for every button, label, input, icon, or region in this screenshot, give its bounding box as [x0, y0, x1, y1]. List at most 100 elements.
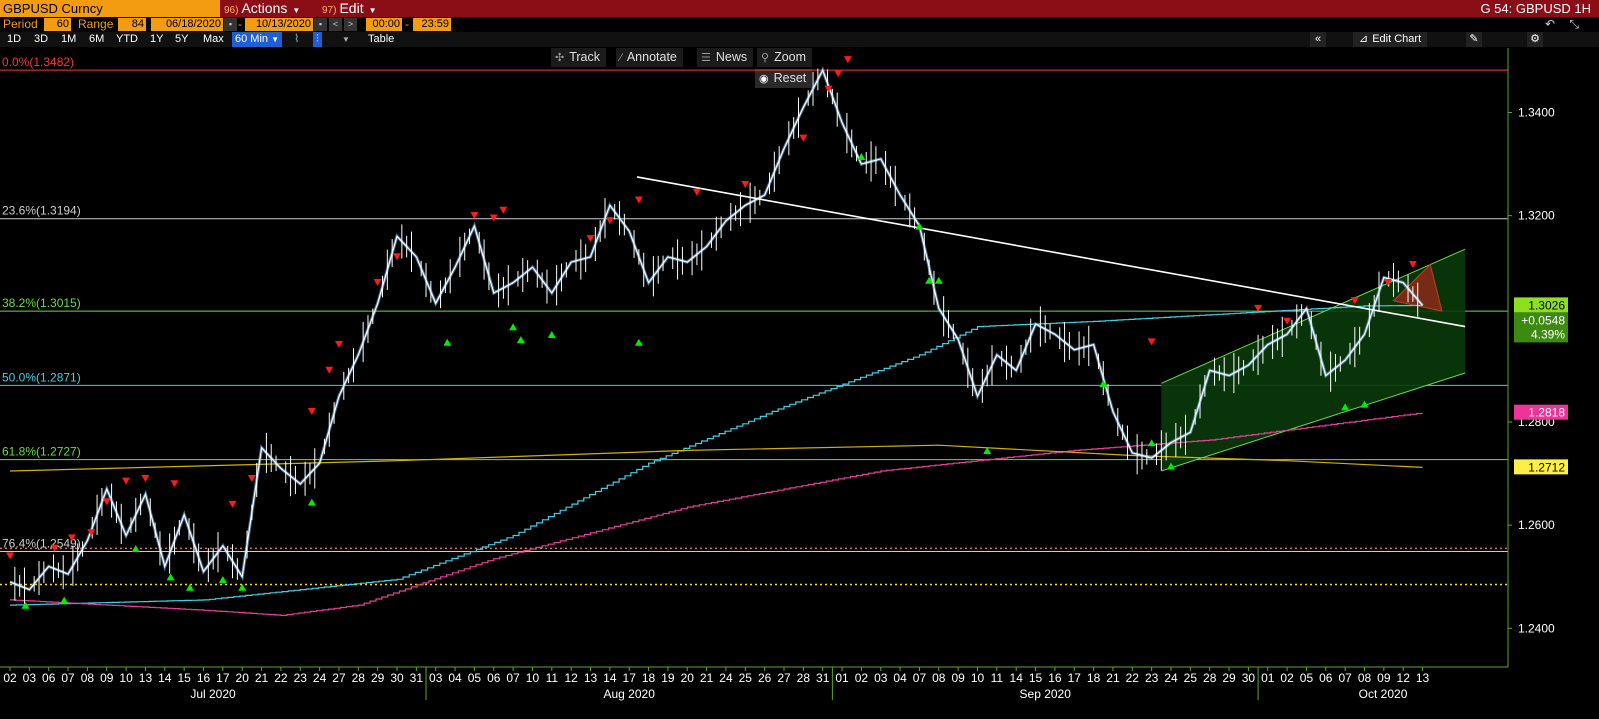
y-tick-label: 1.3400	[1518, 105, 1555, 119]
month-label: Oct 2020	[1359, 687, 1408, 701]
caret-down-icon: ▼	[292, 6, 301, 15]
sell-marker	[489, 214, 498, 222]
edit-chart-icon: ⊿	[1359, 33, 1369, 45]
range-button-1d[interactable]: 1D	[7, 32, 21, 47]
period-label: Period	[3, 17, 38, 31]
x-tick-label: 17	[216, 671, 230, 685]
buy-marker	[1341, 403, 1350, 411]
x-tick-label: 29	[371, 671, 385, 685]
x-tick-label: 23	[294, 671, 308, 685]
collapse-icon[interactable]: «	[1310, 32, 1326, 47]
forward-arrow-icon[interactable]: >	[344, 18, 357, 31]
x-tick-label: 02	[1280, 671, 1294, 685]
buy-marker	[443, 338, 452, 346]
range-button-1m[interactable]: 1M	[61, 32, 76, 47]
edit-menu-number: 97)	[322, 5, 337, 16]
edit-menu-label: Edit	[339, 0, 364, 16]
back-arrow-icon[interactable]: <	[329, 18, 342, 31]
x-tick-label: 06	[487, 671, 501, 685]
x-tick-label: 03	[874, 671, 888, 685]
wedge-fill	[1392, 263, 1443, 312]
range-button-6m[interactable]: 6M	[89, 32, 104, 47]
sell-marker	[6, 552, 14, 560]
change-box	[1514, 312, 1568, 343]
x-tick-label: 17	[1068, 671, 1082, 685]
moving-average-line	[9, 444, 1423, 472]
caret-down-icon[interactable]: ▼	[342, 32, 350, 47]
track-button[interactable]: ✣ Track	[551, 48, 607, 67]
x-tick-label: 09	[100, 671, 114, 685]
period-input[interactable]: 60	[44, 18, 71, 31]
x-tick-label: 20	[681, 671, 695, 685]
table-button[interactable]: Table	[368, 32, 394, 47]
news-label: News	[715, 50, 748, 64]
edit-menu[interactable]: 97) Edit ▼	[322, 0, 377, 17]
caret-down-icon: ▼	[271, 35, 280, 44]
fib-level-label: 23.6%(1.3194)	[2, 204, 81, 218]
caret-down-icon: ▼	[368, 6, 377, 15]
start-time-input[interactable]: 00:00	[366, 18, 402, 31]
x-tick-label: 07	[506, 671, 520, 685]
pencil-icon[interactable]: ✎	[1466, 32, 1482, 47]
end-time-input[interactable]: 23:59	[413, 18, 451, 31]
sell-marker	[67, 534, 76, 542]
reset-icon: ◉	[759, 73, 769, 85]
sell-marker	[1350, 297, 1359, 305]
price-tag-label: 1.2818	[1528, 406, 1565, 420]
x-tick-label: 24	[313, 671, 327, 685]
x-tick-label: 08	[932, 671, 946, 685]
range-button-1y[interactable]: 1Y	[150, 32, 163, 47]
buy-marker	[634, 338, 643, 346]
actions-menu[interactable]: 96) Actions ▼	[224, 0, 300, 17]
interval-select[interactable]: 60 Min ▼	[232, 32, 283, 47]
range-button-ytd[interactable]: YTD	[116, 32, 138, 47]
x-tick-label: 26	[758, 671, 772, 685]
x-tick-label: 05	[468, 671, 482, 685]
sell-marker	[1408, 260, 1417, 268]
x-tick-label: 07	[1338, 671, 1352, 685]
range-label: Range	[78, 17, 114, 31]
buy-marker	[1099, 379, 1108, 387]
sell-marker	[834, 70, 843, 78]
calendar-icon[interactable]: ▪	[224, 18, 237, 31]
buy-marker	[185, 583, 194, 591]
ticker-field[interactable]: GBPUSD Curncy	[0, 0, 220, 17]
start-date-input[interactable]: 06/18/2020	[151, 18, 223, 31]
price-chart[interactable]: 0.0%(1.3482) 23.6%(1.3194) 38.2%(1.3015) 50…	[0, 0, 1599, 719]
range-input[interactable]: 84	[118, 18, 146, 31]
range-button-3d[interactable]: 3D	[34, 32, 48, 47]
bar-style-icon[interactable]: ⫶	[313, 32, 322, 47]
annotate-button[interactable]: ∕ Annotate	[616, 48, 683, 67]
edit-chart-button[interactable]: ⊿ Edit Chart	[1353, 32, 1428, 47]
annotate-label: Annotate	[626, 50, 677, 64]
chart-type-icon[interactable]: ⌇	[294, 32, 299, 47]
calendar-icon[interactable]: ▪	[314, 18, 327, 31]
end-date-input[interactable]: 10/13/2020	[245, 18, 313, 31]
zoom-button[interactable]: ⚲ Zoom	[757, 48, 813, 67]
buy-marker	[1167, 462, 1175, 470]
interval-select-label: 60 Min	[235, 33, 269, 45]
zoom-out-icon[interactable]: ⤡	[1569, 17, 1579, 32]
buy-marker	[915, 222, 924, 230]
x-tick-label: 25	[1184, 671, 1198, 685]
x-tick-label: 09	[951, 671, 965, 685]
range-button-5y[interactable]: 5Y	[175, 32, 188, 47]
channel-upper-line	[1161, 248, 1466, 384]
x-tick-label: 21	[700, 671, 714, 685]
x-tick-label: 24	[719, 671, 733, 685]
sell-marker	[373, 279, 382, 287]
time-dash: -	[405, 17, 409, 31]
x-tick-label: 09	[1377, 671, 1391, 685]
range-button-max[interactable]: Max	[203, 32, 224, 47]
gear-icon[interactable]: ⚙	[1527, 32, 1543, 47]
reset-button[interactable]: ◉ Reset	[755, 69, 813, 88]
x-tick-label: 31	[816, 671, 830, 685]
x-tick-label: 13	[1416, 671, 1430, 685]
period-range-bar: Period 60 Range 84 06/18/2020 ▪ - 10/13/…	[0, 17, 1599, 32]
news-button[interactable]: ☰ News	[697, 48, 754, 67]
buy-marker	[934, 276, 943, 284]
sell-marker	[307, 407, 316, 415]
x-tick-label: 17	[623, 671, 637, 685]
undo-icon[interactable]: ↶	[1545, 17, 1555, 32]
x-tick-label: 11	[546, 671, 559, 685]
